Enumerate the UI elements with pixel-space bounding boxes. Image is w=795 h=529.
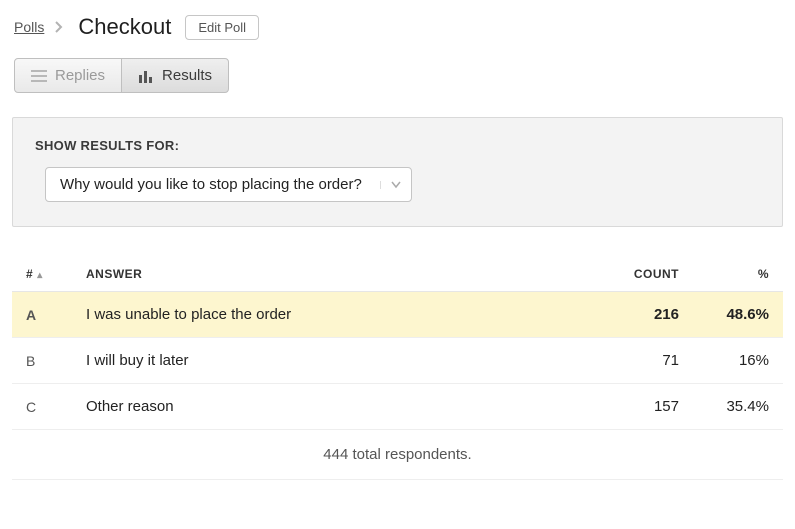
row-percent: 16% (693, 338, 783, 384)
list-icon (31, 69, 47, 83)
row-index: B (12, 338, 72, 384)
results-table: #▴ ANSWER COUNT % AI was unable to place… (12, 257, 783, 430)
tabs: Replies Results (12, 58, 783, 93)
bar-chart-icon (138, 69, 154, 83)
row-index: A (12, 292, 72, 338)
row-answer: I was unable to place the order (72, 292, 603, 338)
question-select[interactable]: Why would you like to stop placing the o… (45, 167, 412, 202)
filter-heading: SHOW RESULTS FOR: (35, 138, 760, 153)
row-percent: 35.4% (693, 384, 783, 430)
sort-asc-icon: ▴ (37, 270, 43, 281)
tab-replies[interactable]: Replies (14, 58, 122, 93)
chevron-down-icon (380, 181, 401, 189)
tab-replies-label: Replies (55, 67, 105, 84)
row-answer: I will buy it later (72, 338, 603, 384)
page-title: Checkout (78, 14, 171, 40)
tab-results[interactable]: Results (121, 58, 229, 93)
chevron-right-icon (54, 20, 64, 34)
row-count: 216 (603, 292, 693, 338)
breadcrumb: Polls Checkout Edit Poll (12, 14, 783, 40)
total-respondents: 444 total respondents. (12, 430, 783, 480)
tab-results-label: Results (162, 67, 212, 84)
results-filter-panel: SHOW RESULTS FOR: Why would you like to … (12, 117, 783, 227)
col-header-percent[interactable]: % (693, 257, 783, 292)
row-count: 71 (603, 338, 693, 384)
row-index: C (12, 384, 72, 430)
table-row: BI will buy it later7116% (12, 338, 783, 384)
row-count: 157 (603, 384, 693, 430)
table-row: COther reason15735.4% (12, 384, 783, 430)
breadcrumb-root-link[interactable]: Polls (14, 19, 44, 35)
col-header-count[interactable]: COUNT (603, 257, 693, 292)
col-header-answer[interactable]: ANSWER (72, 257, 603, 292)
table-row: AI was unable to place the order21648.6% (12, 292, 783, 338)
row-answer: Other reason (72, 384, 603, 430)
edit-poll-button[interactable]: Edit Poll (185, 15, 259, 40)
question-select-value: Why would you like to stop placing the o… (60, 176, 380, 193)
row-percent: 48.6% (693, 292, 783, 338)
col-header-index[interactable]: #▴ (12, 257, 72, 292)
